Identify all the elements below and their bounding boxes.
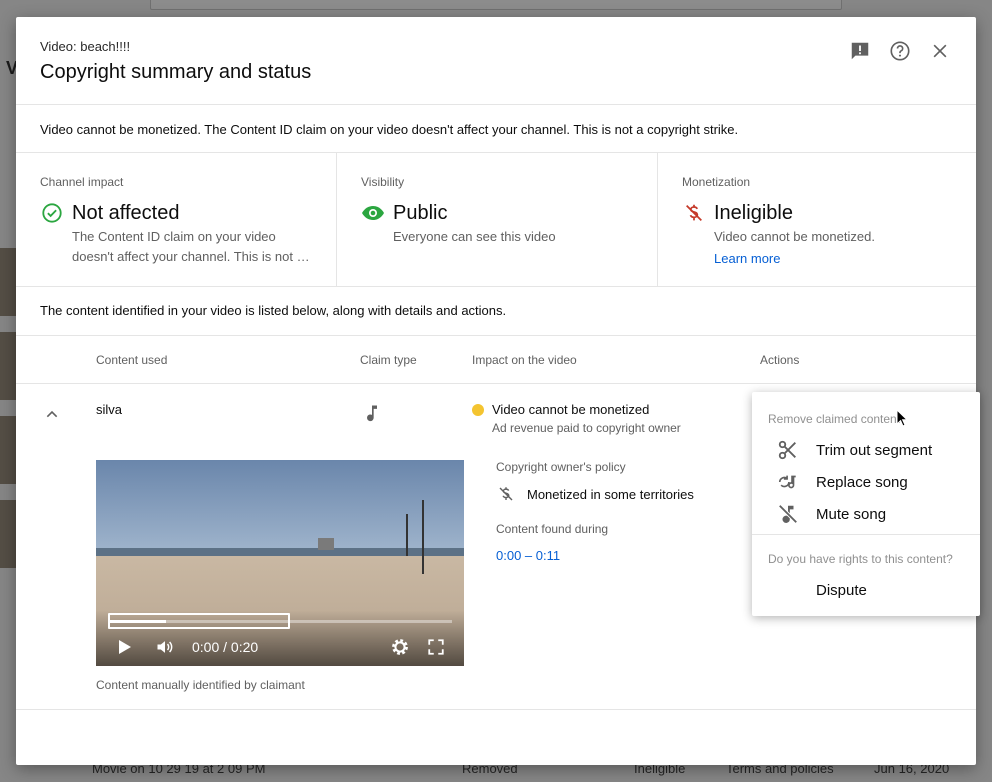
dollar-off-icon — [682, 201, 706, 225]
feedback-icon[interactable] — [848, 39, 872, 63]
trim-segment-label: Trim out segment — [816, 441, 933, 459]
video-frame-pole — [406, 514, 408, 556]
visibility-value: Public — [393, 201, 448, 224]
actions-menu: Remove claimed content Trim out segment … — [752, 392, 980, 616]
dialog-header: Video: beach!!!! Copyright summary and s… — [16, 17, 976, 105]
channel-impact-card: Channel impact Not affected The Content … — [16, 153, 336, 286]
music-note-icon — [360, 401, 384, 425]
impact-title: Video cannot be monetized — [492, 402, 650, 417]
monetization-label: Monetization — [682, 175, 751, 189]
status-dot — [472, 404, 484, 416]
channel-impact-value: Not affected — [72, 201, 180, 224]
menu-header-rights: Do you have rights to this content? — [768, 552, 953, 566]
scissors-icon — [776, 438, 800, 462]
policy-value: Monetized in some territories — [527, 486, 694, 502]
content-listed-text: The content identified in your video is … — [16, 287, 976, 336]
video-title: Video: beach!!!! — [40, 39, 131, 54]
replace-song-label: Replace song — [816, 473, 908, 491]
policy-details: Copyright owner's policy Monetized in so… — [496, 460, 694, 565]
header-impact: Impact on the video — [472, 353, 577, 367]
play-icon[interactable] — [114, 636, 136, 658]
channel-impact-label: Channel impact — [40, 175, 124, 189]
check-circle-icon — [40, 201, 64, 225]
dialog-title: Copyright summary and status — [40, 61, 312, 83]
chevron-up-icon[interactable] — [40, 402, 64, 426]
claim-notice: Video cannot be monetized. The Content I… — [16, 105, 976, 153]
identified-by-text: Content manually identified by claimant — [96, 678, 305, 692]
monetization-card: Monetization Ineligible Video cannot be … — [657, 153, 976, 286]
replace-song-option[interactable]: Replace song — [752, 466, 980, 498]
dispute-label: Dispute — [816, 581, 867, 599]
help-icon[interactable] — [888, 39, 912, 63]
replace-song-icon — [776, 470, 800, 494]
learn-more-link[interactable]: Learn more — [714, 251, 780, 266]
mute-song-option[interactable]: Mute song — [752, 498, 980, 530]
monetization-value: Ineligible — [714, 201, 793, 224]
dispute-icon-placeholder — [776, 578, 800, 602]
video-frame-hut — [318, 538, 334, 550]
found-range-link[interactable]: 0:00 – 0:11 — [496, 548, 560, 563]
visibility-card: Visibility Public Everyone can see this … — [336, 153, 657, 286]
mute-song-icon — [776, 502, 800, 526]
impact-subtitle: Ad revenue paid to copyright owner — [492, 421, 681, 435]
header-claim-type: Claim type — [360, 353, 417, 367]
trim-segment-option[interactable]: Trim out segment — [752, 434, 980, 466]
channel-impact-description: The Content ID claim on your video doesn… — [72, 229, 304, 264]
impact-cell: Video cannot be monetized Ad revenue pai… — [472, 402, 681, 435]
visibility-description: Everyone can see this video — [393, 229, 556, 244]
table-header: Content used Claim type Impact on the vi… — [16, 336, 976, 384]
visibility-label: Visibility — [361, 175, 405, 189]
mouse-cursor-icon — [896, 409, 908, 427]
video-frame-sea — [96, 548, 464, 556]
eye-icon — [361, 201, 385, 225]
menu-divider — [752, 534, 980, 535]
policy-label: Copyright owner's policy — [496, 460, 626, 474]
close-icon[interactable] — [928, 39, 952, 63]
header-content-used: Content used — [96, 353, 168, 367]
impact-summary: Channel impact Not affected The Content … — [16, 153, 976, 287]
copyright-dialog: Video: beach!!!! Copyright summary and s… — [16, 17, 976, 765]
mute-song-label: Mute song — [816, 505, 887, 523]
content-name: silva — [96, 402, 123, 417]
dispute-option[interactable]: Dispute — [752, 574, 980, 606]
fullscreen-icon[interactable] — [425, 636, 447, 658]
video-player[interactable]: 0:00 / 0:20 — [96, 460, 464, 666]
video-frame-pole — [422, 500, 424, 574]
monetization-description: Video cannot be monetized. — [714, 229, 875, 244]
dollar-off-icon — [496, 484, 516, 504]
claimed-segment-marker — [108, 613, 290, 629]
settings-icon[interactable] — [389, 636, 411, 658]
volume-icon[interactable] — [154, 636, 176, 658]
header-actions: Actions — [760, 353, 800, 367]
found-label: Content found during — [496, 522, 609, 536]
video-time: 0:00 / 0:20 — [192, 639, 259, 655]
menu-header-remove: Remove claimed content — [768, 412, 901, 426]
video-frame-sky — [96, 460, 464, 552]
